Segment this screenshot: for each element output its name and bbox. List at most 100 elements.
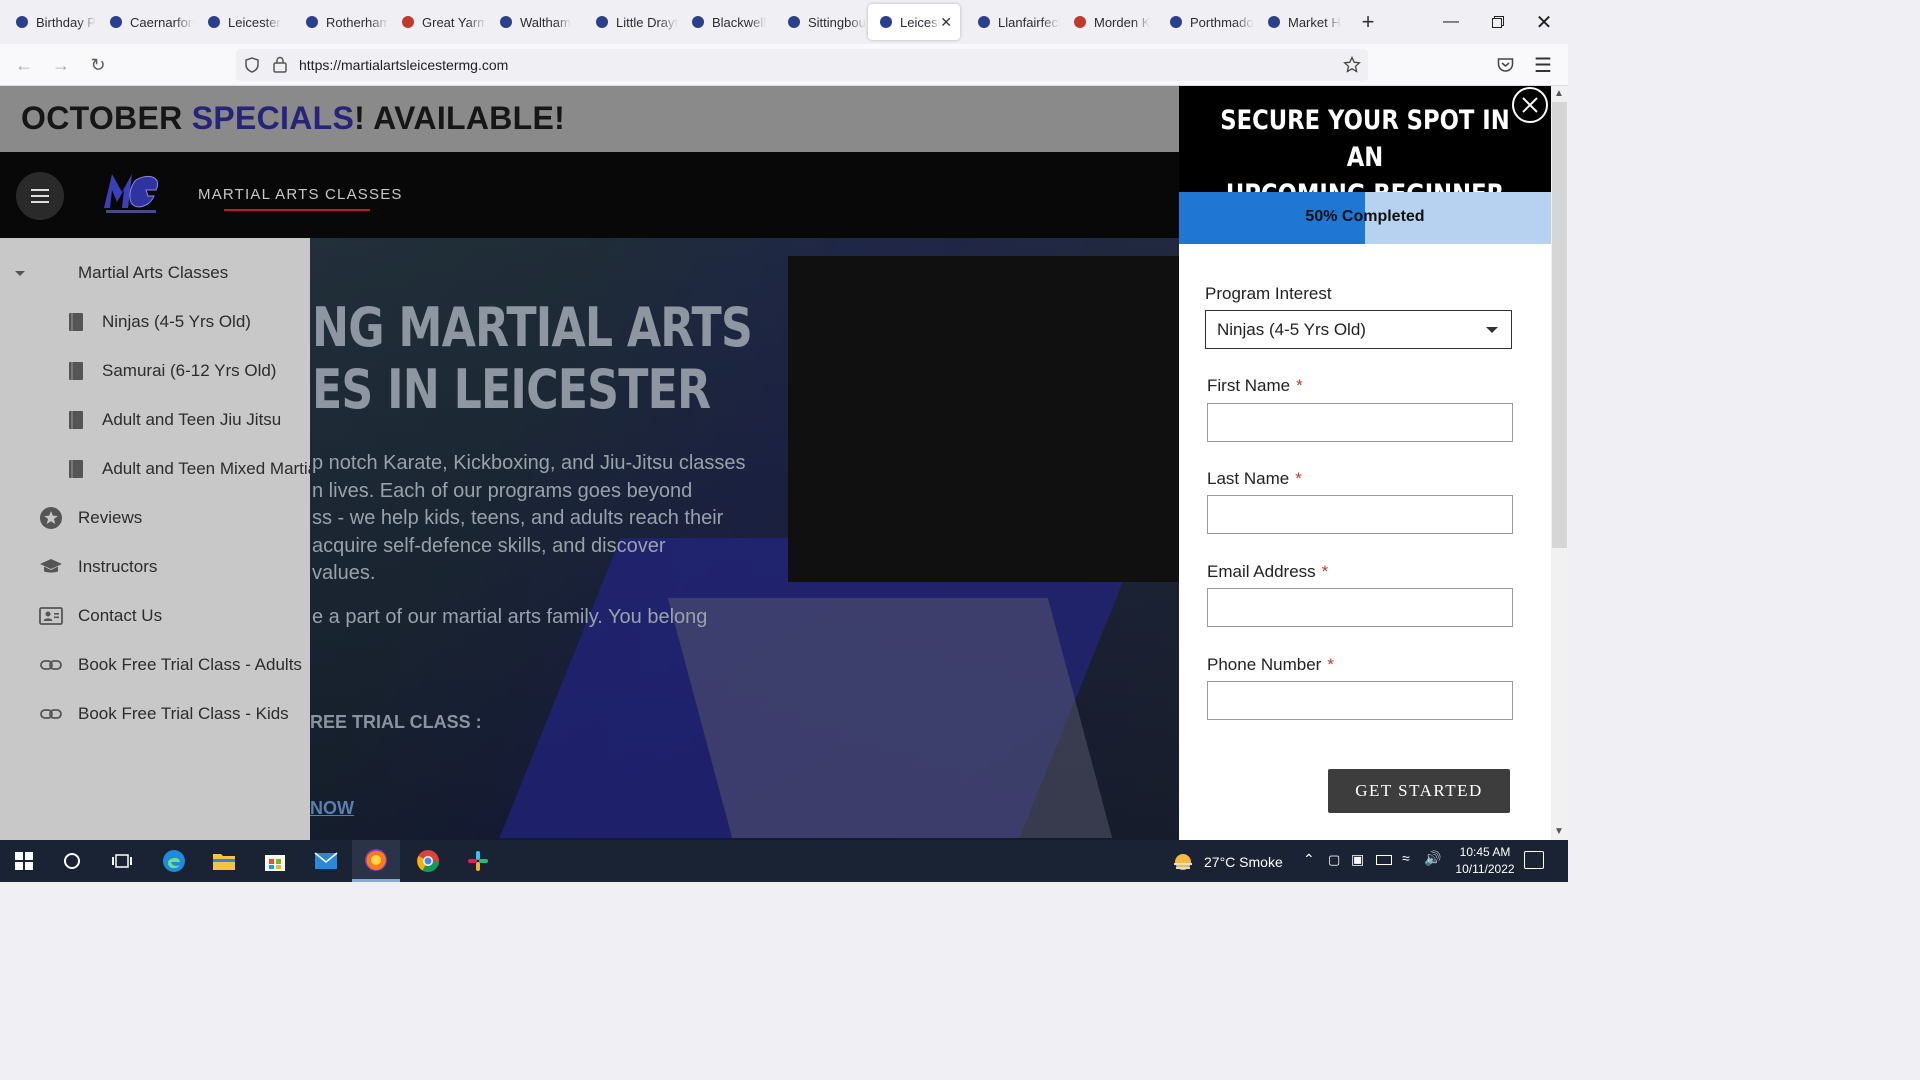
browser-tab-label: Sittingbourne bbox=[808, 14, 866, 30]
scrollbar-thumb[interactable] bbox=[1552, 102, 1567, 548]
browser-tab[interactable]: Waltham bbox=[488, 4, 582, 40]
weather-widget[interactable]: 27°C Smoke bbox=[1172, 851, 1283, 873]
email-field[interactable] bbox=[1207, 588, 1513, 627]
forward-icon[interactable]: → bbox=[49, 53, 73, 77]
back-icon[interactable]: ← bbox=[12, 53, 36, 77]
browser-tab[interactable]: Blackwell bbox=[680, 4, 774, 40]
drawer-item-adult-teen-mma[interactable]: Adult and Teen Mixed Martial Arts bbox=[0, 449, 310, 489]
scroll-up-arrow-icon[interactable]: ▲ bbox=[1554, 88, 1564, 99]
browser-nav-bar: ← → ↻ https://martialartsleicestermg.com… bbox=[0, 44, 1568, 86]
taskbar-store[interactable] bbox=[251, 840, 299, 882]
drawer-item-book-trial-adults[interactable]: Book Free Trial Class - Adults bbox=[0, 645, 310, 685]
taskbar-chrome[interactable] bbox=[404, 840, 452, 882]
browser-tab[interactable]: Llanfairfechan bbox=[966, 4, 1060, 40]
hero-heading-line2: ES IN LEICESTER bbox=[312, 358, 711, 421]
search-circle-icon bbox=[64, 853, 80, 869]
last-name-label-text: Last Name bbox=[1207, 469, 1290, 488]
pocket-icon[interactable] bbox=[1497, 57, 1514, 73]
program-interest-label: Program Interest bbox=[1205, 284, 1332, 304]
drawer-item-label: Book Free Trial Class - Adults bbox=[78, 655, 302, 674]
pma-icon bbox=[108, 14, 124, 30]
nav-link-martial-arts-classes[interactable]: MARTIAL ARTS CLASSES bbox=[198, 186, 403, 203]
first-name-label: First Name * bbox=[1207, 376, 1303, 396]
taskbar-edge[interactable] bbox=[150, 840, 198, 882]
taskbar-firefox[interactable] bbox=[352, 840, 400, 882]
phone-field[interactable] bbox=[1207, 681, 1513, 720]
shield-logo-icon bbox=[206, 14, 222, 30]
get-started-button[interactable]: GET STARTED bbox=[1328, 769, 1510, 813]
drawer-item-samurai[interactable]: Samurai (6-12 Yrs Old) bbox=[0, 351, 310, 391]
banner-text-part2: ! AVAILABLE! bbox=[354, 100, 566, 136]
restore-button[interactable] bbox=[1475, 0, 1521, 44]
browser-tab[interactable]: Porthmadog bbox=[1158, 4, 1254, 40]
app-menu-icon[interactable]: ☰ bbox=[1531, 53, 1555, 77]
progress-label: 50% Completed bbox=[1305, 208, 1425, 225]
browser-tab[interactable]: Leicester✕ bbox=[868, 4, 960, 40]
url-bar[interactable]: https://martialartsleicestermg.com bbox=[236, 49, 1368, 81]
drawer-item-ninjas[interactable]: Ninjas (4-5 Yrs Old) bbox=[0, 302, 310, 342]
book-icon bbox=[69, 313, 83, 331]
drawer-item-instructors[interactable]: Instructors bbox=[0, 547, 310, 587]
first-name-field[interactable] bbox=[1207, 403, 1513, 442]
browser-tab[interactable]: Great Yarmouth bbox=[390, 4, 486, 40]
battery-icon[interactable] bbox=[1376, 855, 1392, 865]
system-clock[interactable]: 10:45 AM 10/11/2022 bbox=[1440, 844, 1530, 878]
hero-video[interactable] bbox=[788, 256, 1179, 582]
pma-icon bbox=[976, 14, 992, 30]
bookmark-star-icon[interactable] bbox=[1343, 56, 1361, 74]
meet-now-icon[interactable]: ▢ bbox=[1328, 852, 1340, 868]
blue-wing-icon bbox=[594, 14, 610, 30]
notifications-icon[interactable] bbox=[1524, 851, 1544, 869]
page-scrollbar[interactable]: ▲ ▼ bbox=[1551, 86, 1568, 840]
hero-paragraph-line: acquire self-defence skills, and discove… bbox=[312, 535, 666, 557]
display-icon[interactable]: ▣ bbox=[1351, 851, 1364, 868]
popup-close-button[interactable] bbox=[1512, 87, 1548, 123]
hero-cta-text: REE TRIAL CLASS : bbox=[310, 712, 482, 732]
caret-down-icon[interactable] bbox=[8, 261, 32, 285]
close-tab-icon[interactable]: ✕ bbox=[940, 14, 952, 31]
hero-book-now-link[interactable]: NOW bbox=[310, 798, 354, 819]
scroll-down-arrow-icon[interactable]: ▼ bbox=[1554, 826, 1564, 837]
dragon-icon bbox=[304, 14, 320, 30]
site-logo[interactable] bbox=[98, 166, 164, 216]
new-tab-button[interactable]: + bbox=[1354, 8, 1382, 36]
wifi-icon[interactable]: ≈ bbox=[1402, 850, 1410, 866]
drawer-item-adult-teen-jiu-jitsu[interactable]: Adult and Teen Jiu Jitsu bbox=[0, 400, 310, 440]
volume-icon[interactable]: 🔊 bbox=[1424, 850, 1441, 867]
drawer-item-label: Instructors bbox=[78, 557, 158, 576]
signup-popup: SECURE YOUR SPOT IN AN UPCOMING BEGINNER… bbox=[1179, 86, 1551, 840]
side-drawer-menu: Martial Arts Classes Ninjas (4-5 Yrs Old… bbox=[0, 238, 310, 840]
search-button[interactable] bbox=[48, 840, 96, 882]
minimize-button[interactable]: — bbox=[1428, 0, 1474, 44]
drawer-item-contact-us[interactable]: Contact Us bbox=[0, 596, 310, 636]
program-interest-select[interactable]: Ninjas (4-5 Yrs Old) bbox=[1205, 310, 1512, 349]
browser-tab[interactable]: Little Drayton bbox=[584, 4, 678, 40]
browser-tab[interactable]: Birthday P bbox=[4, 4, 96, 40]
browser-tab[interactable]: Sittingbourne bbox=[776, 4, 866, 40]
browser-tab[interactable]: Rotherham bbox=[294, 4, 388, 40]
browser-tab[interactable]: Market H bbox=[1256, 4, 1346, 40]
hamburger-menu-button[interactable] bbox=[16, 172, 64, 220]
taskbar-slack[interactable] bbox=[454, 840, 502, 882]
start-button[interactable] bbox=[0, 840, 48, 882]
hero-paragraph-2: e a part of our martial arts family. You… bbox=[312, 606, 708, 628]
browser-tab[interactable]: Leicester bbox=[196, 4, 292, 40]
task-view-button[interactable] bbox=[98, 840, 146, 882]
reload-icon[interactable]: ↻ bbox=[86, 53, 110, 77]
last-name-field[interactable] bbox=[1207, 495, 1513, 534]
drawer-item-reviews[interactable]: Reviews bbox=[0, 498, 310, 538]
taskbar-file-explorer[interactable] bbox=[200, 840, 248, 882]
mail-icon bbox=[314, 852, 338, 869]
banner-text: OCTOBER SPECIALS! AVAILABLE! bbox=[21, 100, 565, 137]
drawer-item-label: Book Free Trial Class - Kids bbox=[78, 704, 289, 723]
url-text[interactable]: https://martialartsleicestermg.com bbox=[299, 57, 508, 73]
browser-tab[interactable]: Caernarfon bbox=[98, 4, 194, 40]
drawer-item-book-trial-kids[interactable]: Book Free Trial Class - Kids bbox=[0, 694, 310, 734]
taskbar-mail[interactable] bbox=[302, 840, 350, 882]
tray-overflow-icon[interactable]: ⌃ bbox=[1303, 851, 1315, 868]
ata-icon bbox=[498, 14, 514, 30]
drawer-item-martial-arts-classes[interactable]: Martial Arts Classes bbox=[0, 253, 310, 293]
browser-tab[interactable]: Morden K bbox=[1062, 4, 1156, 40]
close-window-button[interactable]: ✕ bbox=[1521, 0, 1567, 44]
hero-paragraph-line: ss - we help kids, teens, and adults rea… bbox=[312, 507, 724, 529]
